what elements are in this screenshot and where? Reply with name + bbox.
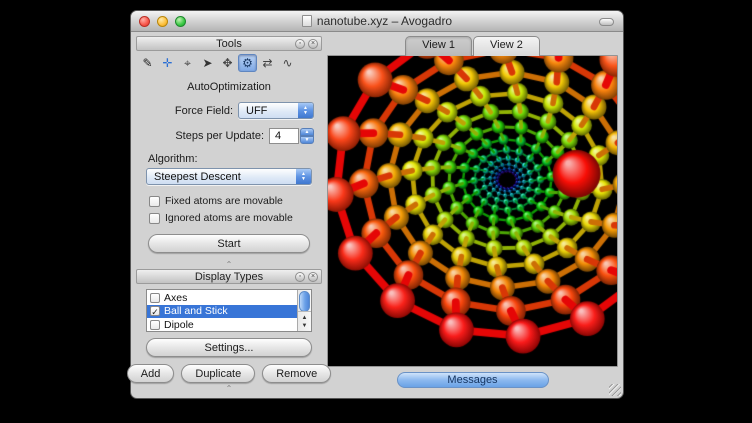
display-types-panel: Display Types ◦ × Axes ✓ Ball and Stick Dip… (136, 269, 322, 359)
fixed-atoms-checkbox[interactable] (149, 196, 160, 207)
dock-bottom-handle[interactable]: ⌃ (136, 385, 322, 393)
tools-float-button[interactable]: ◦ (295, 39, 305, 49)
combo-arrows-icon: ▲▼ (296, 169, 311, 184)
ignored-atoms-label: Ignored atoms are movable (165, 212, 293, 224)
navigate-tool-icon[interactable]: ✛ (158, 54, 177, 72)
steps-per-update-label: Steps per Update: (175, 130, 264, 142)
force-field-select[interactable]: UFF ▲▼ (238, 102, 314, 119)
view-tab-bar: View 1 View 2 (327, 36, 618, 56)
display-type-label: Axes (164, 292, 187, 304)
display-type-label: Dipole (164, 319, 194, 331)
bond-centric-tool-icon[interactable]: ⌖ (178, 54, 197, 72)
algorithm-label: Algorithm: (148, 153, 322, 165)
ignored-atoms-checkbox[interactable] (149, 213, 160, 224)
fixed-atoms-label: Fixed atoms are movable (165, 195, 283, 207)
steps-per-update-stepper: 4 ▲ ▼ (269, 128, 314, 144)
window-title-group: nanotube.xyz – Avogadro (302, 14, 452, 28)
display-action-buttons: Add Duplicate Remove (142, 364, 316, 383)
window-title: nanotube.xyz – Avogadro (317, 14, 452, 28)
scrollbar-thumb[interactable] (299, 291, 310, 312)
messages-button[interactable]: Messages (397, 372, 549, 388)
toolbar-toggle-button[interactable] (599, 18, 614, 26)
combo-arrows-icon: ▲▼ (298, 103, 313, 118)
remove-button[interactable]: Remove (262, 364, 331, 383)
left-dock: Tools ◦ × ✎✛⌖➤✥⚙⇄∿ AutoOptimization Forc… (136, 36, 322, 393)
vertical-scrollbar[interactable]: ▲▼ (297, 290, 311, 331)
tab-view-1[interactable]: View 1 (405, 36, 472, 56)
align-tool-icon[interactable]: ∿ (278, 54, 297, 72)
traffic-lights (139, 16, 186, 27)
tools-panel-title: Tools (216, 38, 242, 50)
window-titlebar[interactable]: nanotube.xyz – Avogadro (131, 11, 623, 32)
display-type-rows: Axes✓Ball and StickDipoleHydrogen BondLa… (147, 291, 297, 332)
display-types-header[interactable]: Display Types ◦ × (136, 269, 322, 284)
steps-per-update-field[interactable]: 4 (269, 128, 299, 144)
display-type-list: Axes✓Ball and StickDipoleHydrogen BondLa… (146, 289, 312, 332)
manipulate-tool-icon[interactable]: ✥ (218, 54, 237, 72)
display-float-button[interactable]: ◦ (295, 272, 305, 282)
tools-close-button[interactable]: × (308, 39, 318, 49)
settings-button[interactable]: Settings... (146, 338, 312, 357)
display-types-title: Display Types (195, 271, 263, 283)
display-type-checkbox[interactable]: ✓ (150, 306, 160, 316)
desktop-background: nanotube.xyz – Avogadro Tools ◦ × ✎✛⌖➤✥⚙… (0, 0, 752, 423)
avogadro-window: nanotube.xyz – Avogadro Tools ◦ × ✎✛⌖➤✥⚙… (130, 10, 624, 399)
tools-panel-header[interactable]: Tools ◦ × (136, 36, 322, 51)
steps-increment-button[interactable]: ▲ (300, 128, 314, 136)
duplicate-button[interactable]: Duplicate (181, 364, 255, 383)
start-button[interactable]: Start (148, 234, 310, 253)
display-type-checkbox[interactable] (150, 320, 160, 330)
force-field-label: Force Field: (175, 105, 233, 117)
gl-viewport-frame (327, 55, 618, 367)
display-type-row[interactable]: Dipole (147, 318, 297, 332)
display-type-label: Ball and Stick (164, 305, 228, 317)
algorithm-select[interactable]: Steepest Descent ▲▼ (146, 168, 312, 185)
display-type-row[interactable]: ✓ Ball and Stick (147, 305, 297, 319)
display-type-row[interactable]: Hydrogen Bond (147, 332, 297, 333)
display-close-button[interactable]: × (308, 272, 318, 282)
tab-view-2[interactable]: View 2 (473, 36, 540, 56)
minimize-window-button[interactable] (157, 16, 168, 27)
measure-tool-icon[interactable]: ⇄ (258, 54, 277, 72)
display-type-checkbox[interactable] (150, 293, 160, 303)
display-type-row[interactable]: Axes (147, 291, 297, 305)
close-window-button[interactable] (139, 16, 150, 27)
draw-tool-icon[interactable]: ✎ (138, 54, 157, 72)
document-proxy-icon[interactable] (302, 15, 312, 27)
dock-splitter[interactable]: ⌃ (136, 261, 322, 269)
view-area: View 1 View 2 Messages (327, 36, 618, 393)
auto-optimize-tool-icon[interactable]: ⚙ (238, 54, 257, 72)
add-button[interactable]: Add (127, 364, 175, 383)
zoom-window-button[interactable] (175, 16, 186, 27)
tool-toolbar: ✎✛⌖➤✥⚙⇄∿ (136, 51, 322, 74)
selection-tool-icon[interactable]: ➤ (198, 54, 217, 72)
molecule-viewport[interactable] (328, 56, 617, 366)
window-resize-grip[interactable] (609, 384, 621, 396)
steps-decrement-button[interactable]: ▼ (300, 136, 314, 144)
scrollbar-arrow-buttons[interactable]: ▲▼ (298, 311, 311, 331)
tool-section-title: AutoOptimization (136, 81, 322, 93)
